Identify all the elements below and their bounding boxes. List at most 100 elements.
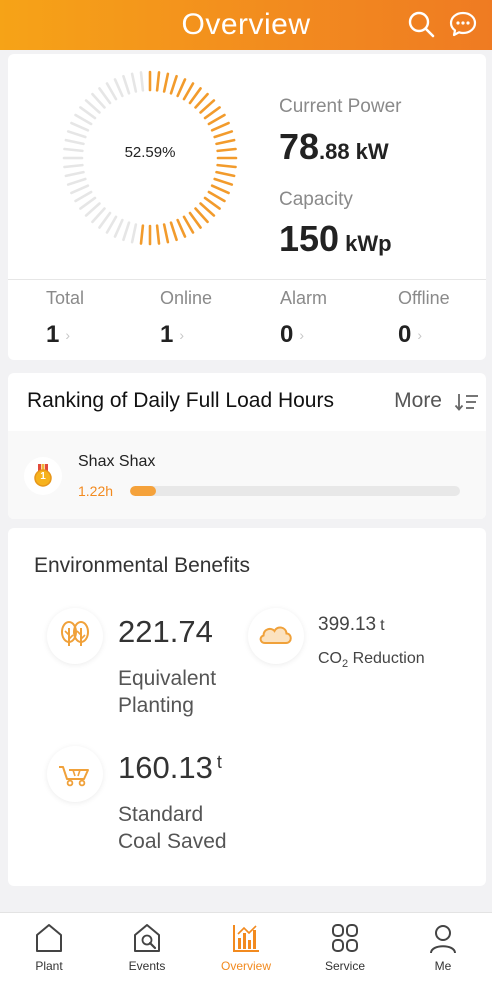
gauge-tick [79, 196, 97, 210]
ranking-title: Ranking of Daily Full Load Hours [27, 389, 334, 412]
env-title: Environmental Benefits [34, 554, 250, 577]
coal-number: 160.13 [118, 750, 213, 785]
stat-label: Total [46, 288, 85, 308]
current-power-value: 78.88 kW [279, 126, 389, 168]
search-icon[interactable] [406, 9, 436, 39]
tab-service[interactable]: Service [296, 913, 394, 981]
gauge-tick [176, 218, 187, 238]
plant-name: Shax Shax [78, 453, 156, 470]
gauge-tick [176, 78, 187, 98]
gauge-tick [66, 130, 87, 139]
planting-label-line2: Planting [118, 694, 194, 717]
gauge-tick [155, 71, 161, 92]
tab-label: Events [128, 959, 166, 973]
tab-label: Plant [35, 959, 63, 973]
gauge-tick [199, 202, 216, 217]
gauge-tick [169, 74, 178, 95]
gauge-tick [91, 207, 106, 224]
ranking-row[interactable]: 1 Shax Shax 1.22h [8, 431, 486, 519]
tab-plant[interactable]: Plant [0, 913, 98, 981]
current-power-label: Current Power [279, 96, 402, 117]
tab-label: Me [434, 959, 452, 973]
gauge-tick [98, 87, 112, 105]
gauge-tick [207, 113, 226, 126]
stat-value: 0 [398, 321, 412, 348]
capacity-number: 150 [279, 218, 340, 259]
coal-label-line1: Standard [118, 803, 204, 826]
gauge-tick [213, 177, 234, 186]
gauge-tick [84, 99, 101, 114]
co2-prefix: CO [318, 650, 342, 667]
stat-total[interactable]: Total 1 › [46, 288, 156, 349]
divider [8, 279, 486, 280]
gauge-tick [210, 184, 230, 195]
more-link[interactable]: More [394, 389, 442, 413]
gauge-tick [84, 202, 101, 217]
gauge-tick [122, 74, 131, 95]
chevron-right-icon: › [299, 327, 305, 343]
tab-overview[interactable]: Overview [197, 913, 295, 981]
tab-me[interactable]: Me [394, 913, 492, 981]
gauge-tick [64, 170, 85, 178]
chat-bubble-icon[interactable] [448, 9, 478, 39]
gauge-tick [139, 224, 145, 245]
medal-number: 1 [40, 471, 46, 482]
co2-number: 399.13 [318, 614, 377, 635]
coal-value: 160.13 t [118, 750, 222, 786]
grid-icon [332, 924, 358, 952]
ranking-card: Ranking of Daily Full Load Hours More 1 … [8, 373, 486, 519]
planting-label-line1: Equivalent [118, 667, 217, 690]
coal-unit: t [216, 752, 222, 772]
gauge-tick [98, 211, 112, 229]
tab-events[interactable]: Events [98, 913, 196, 981]
cloud-icon [248, 608, 304, 664]
person-icon [430, 925, 456, 954]
gauge-tick [188, 87, 202, 105]
planting-label: Equivalent Planting [118, 665, 216, 719]
co2-label: CO2 Reduction [318, 650, 425, 670]
gauge-tick [210, 121, 230, 132]
gauge-tick [70, 184, 90, 195]
gauge-tick [182, 215, 195, 234]
current-power-integer: 78 [279, 126, 320, 167]
trees-icon [47, 608, 103, 664]
sort-icon[interactable] [454, 391, 480, 413]
stat-value: 0 [280, 321, 294, 348]
page-title: Overview [181, 8, 311, 41]
coal-label-line2: Coal Saved [118, 830, 227, 853]
gauge-tick [74, 190, 93, 203]
gauge-tick [113, 78, 124, 98]
stat-online[interactable]: Online 1 › [160, 288, 270, 349]
environmental-benefits-card: Environmental Benefits 221.74 Equivalent… [8, 528, 486, 886]
gauge-percent: 52.59% [124, 144, 176, 161]
tab-label: Overview [220, 959, 271, 973]
gauge-tick [213, 130, 234, 139]
capacity-unit: kWp [345, 231, 392, 256]
stat-alarm[interactable]: Alarm 0 › [280, 288, 390, 349]
gauge-tick [216, 163, 237, 169]
gauge-tick [66, 177, 87, 186]
stat-label: Alarm [280, 288, 328, 308]
chevron-right-icon: › [179, 327, 185, 343]
gauge-tick [199, 99, 216, 114]
chevron-right-icon: › [417, 327, 423, 343]
gauge-tick [105, 82, 118, 101]
gauge-tick [122, 221, 131, 242]
stat-label: Online [160, 288, 213, 308]
gauge-tick [203, 106, 221, 120]
capacity-value: 150 kWp [279, 218, 392, 260]
co2-value: 399.13 t [318, 614, 385, 636]
gauge-tick [215, 170, 236, 178]
gauge-tick [207, 190, 226, 203]
gauge-tick [130, 72, 138, 93]
stat-offline[interactable]: Offline 0 › [398, 288, 492, 349]
planting-value: 221.74 [118, 614, 213, 649]
gauge-tick [162, 223, 170, 244]
current-power-decimal: .88 [319, 139, 350, 164]
gauge-tick [203, 196, 221, 210]
hours-progress-bar [130, 486, 460, 496]
capacity-label: Capacity [279, 189, 353, 210]
gauge-tick [63, 163, 84, 169]
co2-suffix: Reduction [348, 650, 425, 667]
gauge-tick [130, 223, 138, 244]
